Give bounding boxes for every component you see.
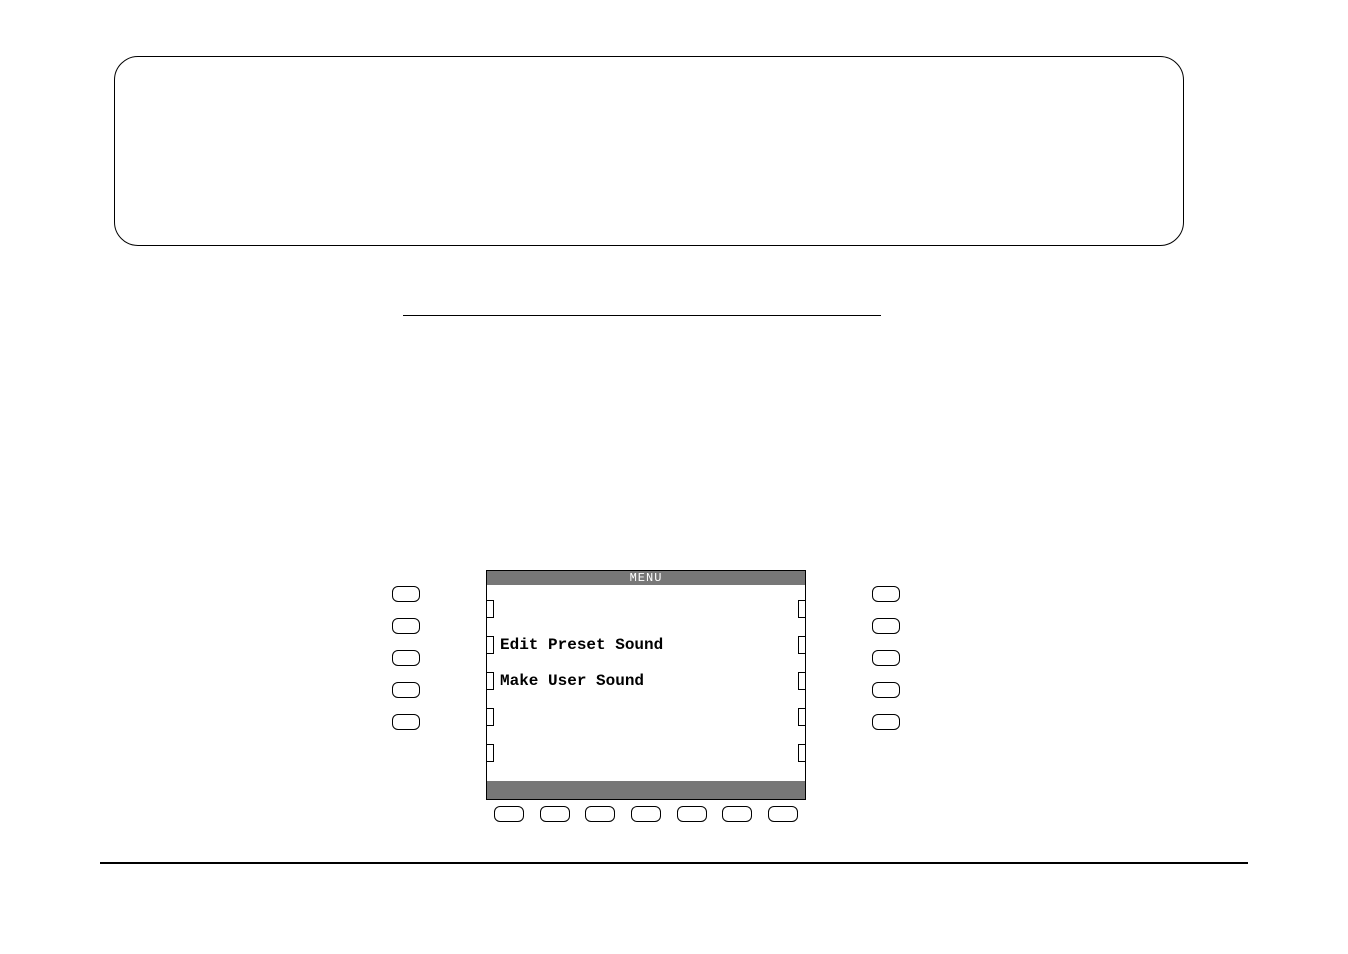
lcd-body: Edit Preset Sound Make User Sound — [487, 585, 805, 781]
right-button-1[interactable] — [872, 586, 900, 602]
left-button-2[interactable] — [392, 618, 420, 634]
device-mockup: MENU Edit Preset Sound Make User S — [436, 570, 856, 800]
left-button-1[interactable] — [392, 586, 420, 602]
row-handle-left — [486, 672, 494, 690]
bottom-button-7[interactable] — [768, 806, 798, 822]
row-handle-right — [798, 600, 806, 618]
left-button-5[interactable] — [392, 714, 420, 730]
lcd-wrap: MENU Edit Preset Sound Make User S — [436, 570, 856, 800]
lcd-titlebar: MENU — [487, 571, 805, 585]
right-side-buttons — [872, 586, 900, 730]
lcd-row-1 — [487, 599, 805, 619]
section-underline — [403, 315, 881, 316]
bottom-button-3[interactable] — [585, 806, 615, 822]
lcd-row-5 — [487, 743, 805, 763]
lcd-row-2[interactable]: Edit Preset Sound — [487, 635, 805, 655]
left-side-buttons — [392, 586, 420, 730]
row-handle-right — [798, 636, 806, 654]
row-handle-right — [798, 672, 806, 690]
lcd-row-3[interactable]: Make User Sound — [487, 671, 805, 691]
right-button-5[interactable] — [872, 714, 900, 730]
bottom-button-1[interactable] — [494, 806, 524, 822]
bottom-button-4[interactable] — [631, 806, 661, 822]
lcd-screen: MENU Edit Preset Sound Make User S — [486, 570, 806, 800]
page-bottom-rule — [100, 862, 1248, 864]
bottom-button-5[interactable] — [677, 806, 707, 822]
right-button-4[interactable] — [872, 682, 900, 698]
bottom-button-6[interactable] — [722, 806, 752, 822]
row-handle-left — [486, 636, 494, 654]
row-handle-right — [798, 744, 806, 762]
left-button-3[interactable] — [392, 650, 420, 666]
lcd-footerbar — [487, 781, 805, 799]
callout-box — [114, 56, 1184, 246]
row-handle-left — [486, 744, 494, 762]
bottom-buttons — [466, 806, 826, 822]
right-button-3[interactable] — [872, 650, 900, 666]
right-button-2[interactable] — [872, 618, 900, 634]
row-handle-left — [486, 708, 494, 726]
page: MENU Edit Preset Sound Make User S — [0, 0, 1348, 954]
left-button-4[interactable] — [392, 682, 420, 698]
lcd-row-label: Edit Preset Sound — [494, 636, 798, 654]
bottom-button-2[interactable] — [540, 806, 570, 822]
lcd-row-4 — [487, 707, 805, 727]
lcd-row-label: Make User Sound — [494, 672, 798, 690]
row-handle-left — [486, 600, 494, 618]
row-handle-right — [798, 708, 806, 726]
